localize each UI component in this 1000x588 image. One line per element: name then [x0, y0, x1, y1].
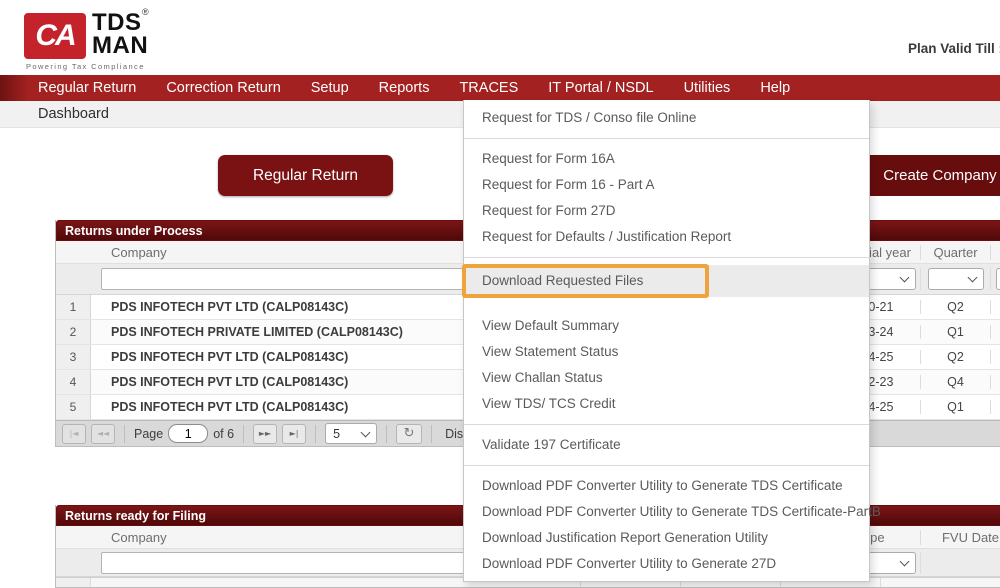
page-number-input[interactable]: [168, 424, 208, 443]
quarter-filter-select[interactable]: [928, 268, 984, 290]
menu-item-download-justification-report-utility[interactable]: Download Justification Report Generation…: [464, 525, 869, 551]
next-page-button[interactable]: ►►: [253, 424, 277, 444]
nav-reports[interactable]: Reports: [379, 80, 430, 96]
pager-divider: [386, 425, 387, 443]
menu-divider: [464, 138, 869, 139]
menu-divider: [464, 465, 869, 466]
cell: [881, 578, 1000, 587]
menu-item-request-form-16a[interactable]: Request for Form 16A: [464, 146, 869, 172]
quarter-cell: Q4: [921, 375, 991, 389]
page-size-value: 5: [333, 427, 340, 441]
page-label: Page: [134, 427, 163, 441]
menu-item-request-defaults-justification[interactable]: Request for Defaults / Justification Rep…: [464, 224, 869, 250]
registered-mark: ®: [142, 7, 149, 17]
chevron-down-icon: [899, 556, 909, 566]
nav-setup[interactable]: Setup: [311, 80, 349, 96]
pager-divider: [243, 425, 244, 443]
menu-item-download-pdf-converter-tds-certificate-partb[interactable]: Download PDF Converter Utility to Genera…: [464, 499, 869, 525]
quarter-cell: Q1: [921, 325, 991, 339]
pager-divider: [315, 425, 316, 443]
quarter-cell: Q1: [921, 400, 991, 414]
chevron-down-icon: [361, 427, 371, 437]
page-size-select[interactable]: 5: [325, 423, 377, 444]
regular-return-button[interactable]: Regular Return: [218, 155, 393, 196]
row-number: [56, 578, 91, 587]
chevron-down-icon: [967, 273, 977, 283]
logo-text: TDSMAN: [92, 11, 148, 57]
nav-it-portal-nsdl[interactable]: IT Portal / NSDL: [548, 80, 653, 96]
row-number: 4: [56, 370, 91, 394]
extra-filter-select[interactable]: [996, 268, 1000, 290]
first-page-button[interactable]: |◄: [62, 424, 86, 444]
menu-item-validate-197-certificate[interactable]: Validate 197 Certificate: [464, 432, 869, 458]
menu-item-download-requested-files[interactable]: Download Requested Files: [464, 265, 869, 297]
create-company-button[interactable]: Create Company: [860, 155, 1000, 196]
previous-page-button[interactable]: ◄◄: [91, 424, 115, 444]
menu-item-request-form-16-part-a[interactable]: Request for Form 16 - Part A: [464, 172, 869, 198]
quarter-cell: Q2: [921, 300, 991, 314]
tdsman-logo: CA TDSMAN ® Powering Tax Compliance: [24, 11, 184, 69]
menu-divider: [464, 257, 869, 258]
nav-traces[interactable]: TRACES: [459, 80, 518, 96]
traces-dropdown-menu: Request for TDS / Conso file Online Requ…: [463, 100, 870, 582]
row-number: 2: [56, 320, 91, 344]
menu-item-download-pdf-converter-27d[interactable]: Download PDF Converter Utility to Genera…: [464, 551, 869, 577]
nav-utilities[interactable]: Utilities: [684, 80, 731, 96]
menu-item-request-form-27d[interactable]: Request for Form 27D: [464, 198, 869, 224]
menu-item-label: Download Requested Files: [482, 273, 643, 288]
row-number: 3: [56, 345, 91, 369]
menu-item-view-challan-status[interactable]: View Challan Status: [464, 365, 869, 391]
logo-line2: MAN: [92, 32, 148, 59]
menu-item-request-conso-file[interactable]: Request for TDS / Conso file Online: [464, 105, 869, 131]
menu-divider: [464, 424, 869, 425]
nav-correction-return[interactable]: Correction Return: [166, 80, 280, 96]
main-menu-bar: Regular Return Correction Return Setup R…: [0, 75, 1000, 101]
ca-logo-icon: CA: [24, 13, 86, 59]
refresh-icon[interactable]: ↻: [396, 424, 422, 444]
nav-help[interactable]: Help: [760, 80, 790, 96]
menu-item-view-tds-tcs-credit[interactable]: View TDS/ TCS Credit: [464, 391, 869, 417]
pager-divider: [431, 425, 432, 443]
breadcrumb: Dashboard: [38, 106, 109, 122]
page-count-label: of 6: [213, 427, 234, 441]
nav-regular-return[interactable]: Regular Return: [38, 80, 136, 96]
logo-tagline: Powering Tax Compliance: [26, 62, 145, 71]
quarter-column-header: Quarter: [921, 245, 991, 260]
pager-divider: [124, 425, 125, 443]
row-number: 1: [56, 295, 91, 319]
plan-valid-label: Plan Valid Till :: [908, 41, 1000, 56]
menu-item-view-default-summary[interactable]: View Default Summary: [464, 313, 869, 339]
menu-item-view-statement-status[interactable]: View Statement Status: [464, 339, 869, 365]
quarter-cell: Q2: [921, 350, 991, 364]
row-number: 5: [56, 395, 91, 419]
app-header: CA TDSMAN ® Powering Tax Compliance Plan…: [0, 0, 1000, 75]
fvu-date-column-header: FVU Date: [921, 530, 1000, 545]
chevron-down-icon: [899, 273, 909, 283]
last-page-button[interactable]: ►|: [282, 424, 306, 444]
menu-item-download-pdf-converter-tds-certificate[interactable]: Download PDF Converter Utility to Genera…: [464, 473, 869, 499]
